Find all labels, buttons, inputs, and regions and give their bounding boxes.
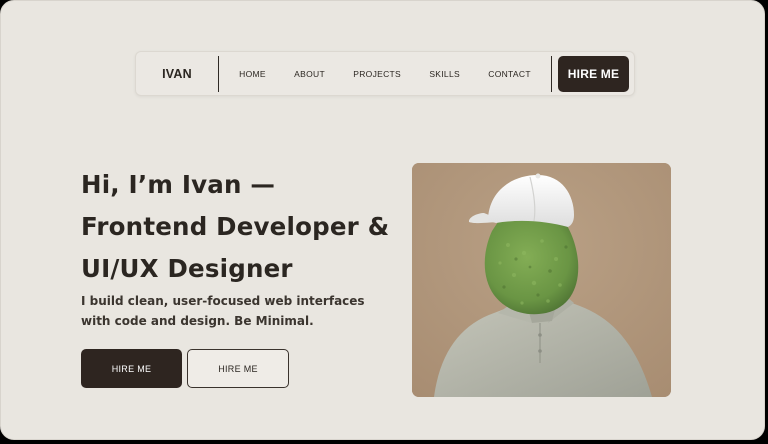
page-frame: IVAN HOME ABOUT PROJECTS SKILLS CONTACT … xyxy=(0,0,765,440)
nav-link-projects[interactable]: PROJECTS xyxy=(353,69,401,79)
headline-line-2: Frontend Developer & xyxy=(81,212,390,241)
hero-secondary-button[interactable]: HIRE ME xyxy=(187,349,289,388)
hero-portrait-image xyxy=(412,163,671,397)
headline-line-1: Hi, I’m Ivan — xyxy=(81,170,276,199)
headline-line-3: UI/UX Designer xyxy=(81,254,293,283)
nav-link-about[interactable]: ABOUT xyxy=(294,69,325,79)
portrait-illustration xyxy=(412,163,671,397)
nav-divider-right xyxy=(551,55,552,92)
brand-logo[interactable]: IVAN xyxy=(136,67,218,81)
hero-hire-me-button[interactable]: HIRE ME xyxy=(81,349,182,388)
nav-links: HOME ABOUT PROJECTS SKILLS CONTACT xyxy=(219,69,551,79)
subtext-line-1: I build clean, user-focused web interfac… xyxy=(81,294,365,308)
navbar: IVAN HOME ABOUT PROJECTS SKILLS CONTACT … xyxy=(135,51,635,96)
nav-link-home[interactable]: HOME xyxy=(239,69,266,79)
hero-headline: Hi, I’m Ivan — Frontend Developer & UI/U… xyxy=(81,164,389,290)
nav-link-skills[interactable]: SKILLS xyxy=(429,69,460,79)
subtext-line-2: with code and design. Be Minimal. xyxy=(81,314,314,328)
nav-hire-me-button[interactable]: HIRE ME xyxy=(558,55,629,92)
nav-link-contact[interactable]: CONTACT xyxy=(488,69,531,79)
hero-subtext: I build clean, user-focused web interfac… xyxy=(81,291,365,331)
